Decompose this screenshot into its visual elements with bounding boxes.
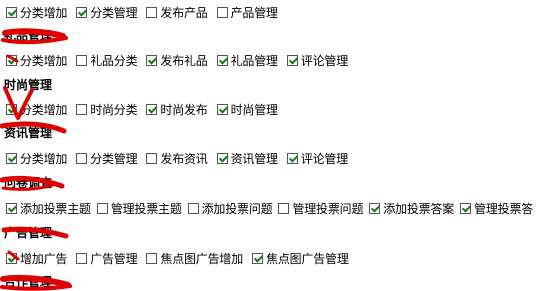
permission-row-0: 分类增加 分类管理 发布产品 产品管理 [6,3,287,21]
checkbox[interactable] [76,252,88,264]
section-title: 广告管理 [4,226,53,240]
checkbox-label: 添加投票问题 [201,201,273,216]
checkbox-label: 广告管理 [90,251,138,266]
checkbox-item[interactable]: 管理投票问题 [278,200,363,217]
checkbox-item[interactable]: 添加投票问题 [187,200,273,217]
checkbox-label: 添加投票答案 [383,201,455,216]
checkbox[interactable] [6,202,17,214]
checkbox-label: 礼品分类 [90,53,138,68]
checkbox-label: 分类管理 [90,5,138,20]
checkbox-item[interactable]: 焦点图广告管理 [252,250,349,267]
checkbox-label: 分类增加 [20,53,68,68]
checkbox[interactable] [6,152,17,164]
checkbox[interactable] [216,152,228,164]
checkbox-item[interactable]: 分类增加 [6,150,67,167]
checkbox-label: 礼品管理 [230,53,278,68]
checkbox-label: 管理投票问题 [292,201,364,216]
checkbox[interactable] [369,202,381,214]
checkbox[interactable] [460,202,472,214]
section-title: 时尚管理 [4,78,53,92]
checkbox[interactable] [146,54,158,66]
checkbox-item[interactable]: 焦点图广告增加 [146,250,243,267]
checkbox[interactable] [187,202,199,214]
checkbox-label: 分类增加 [20,151,68,166]
permission-row-1: 分类增加 礼品分类 发布礼品 礼品管理 评论管理 [6,51,357,69]
checkbox-label: 发布资讯 [160,151,208,166]
checkbox[interactable] [216,6,228,18]
section-title: 礼品管理 [4,29,53,43]
checkbox[interactable] [6,103,17,115]
checkbox[interactable] [146,6,158,18]
checkbox-label: 焦点图广告管理 [266,251,349,266]
checkbox-item[interactable]: 礼品管理 [216,52,278,69]
checkbox-item[interactable]: 评论管理 [286,52,349,69]
checkbox-item[interactable]: 发布资讯 [146,150,208,167]
checkbox-item[interactable]: 发布产品 [146,4,208,21]
checkbox[interactable] [76,103,88,115]
checkbox[interactable] [6,54,17,66]
checkbox-item[interactable]: 分类管理 [76,150,138,167]
checkbox[interactable] [76,6,88,18]
checkbox-item[interactable]: 添加投票主题 [6,200,91,217]
checkbox[interactable] [6,6,17,18]
checkbox-item[interactable]: 增加广告 [6,250,67,267]
checkbox-label: 评论管理 [300,53,349,68]
checkbox-label: 分类增加 [20,5,68,20]
checkbox-item[interactable]: 评论管理 [286,150,349,167]
checkbox[interactable] [216,54,228,66]
permission-row-4: 添加投票主题 管理投票主题 添加投票问题 管理投票问题 添加投票答案 管理投票答 [6,199,533,217]
checkbox-label: 分类管理 [90,151,138,166]
checkbox-item[interactable]: 分类增加 [6,52,67,69]
checkbox-label: 分类增加 [20,102,68,117]
checkbox-item[interactable]: 资讯管理 [216,150,278,167]
checkbox-item[interactable]: 分类增加 [6,101,67,118]
checkbox-item[interactable]: 发布礼品 [146,52,208,69]
checkbox-label: 焦点图广告增加 [160,251,244,266]
checkbox-label: 添加投票主题 [20,201,91,216]
checkbox-label: 时尚管理 [230,102,278,117]
checkbox-label: 管理投票答 [474,201,534,216]
checkbox-label: 时尚分类 [90,102,138,117]
section-title: 合作管理 [4,275,53,289]
checkbox-item[interactable]: 添加投票答案 [369,200,454,217]
checkbox-item[interactable]: 时尚分类 [76,101,138,118]
checkbox[interactable] [252,252,264,264]
checkbox[interactable] [286,54,298,66]
checkbox-label: 发布礼品 [160,53,208,68]
checkbox-label: 时尚发布 [160,102,208,117]
checkbox[interactable] [216,103,228,115]
permission-row-2: 分类增加 时尚分类 时尚发布 时尚管理 [6,100,287,118]
checkbox-item[interactable]: 礼品分类 [76,52,138,69]
section-title: 问卷调查 [4,176,53,190]
checkbox[interactable] [278,202,290,214]
checkbox-item[interactable]: 时尚发布 [146,101,208,118]
checkbox-item[interactable]: 时尚管理 [216,101,278,118]
checkbox[interactable] [96,202,108,214]
permission-row-5: 增加广告 广告管理 焦点图广告增加 焦点图广告管理 [6,249,358,267]
permission-row-3: 分类增加 分类管理 发布资讯 资讯管理 评论管理 [6,149,357,167]
checkbox-label: 发布产品 [160,5,208,20]
checkbox-label: 增加广告 [20,251,68,266]
checkbox[interactable] [146,103,158,115]
checkbox[interactable] [76,152,88,164]
checkbox[interactable] [146,252,158,264]
checkbox-label: 评论管理 [300,151,349,166]
checkbox-item[interactable]: 分类管理 [76,4,138,21]
checkbox-item[interactable]: 广告管理 [76,250,138,267]
checkbox-item[interactable]: 产品管理 [216,4,278,21]
checkbox[interactable] [76,54,88,66]
checkbox-label: 产品管理 [230,5,278,20]
section-title: 资讯管理 [4,126,53,140]
checkbox[interactable] [146,152,158,164]
checkbox[interactable] [6,252,17,264]
checkbox-label: 资讯管理 [230,151,278,166]
checkbox-label: 管理投票主题 [110,201,182,216]
checkbox-item[interactable]: 管理投票答 [460,200,533,217]
checkbox[interactable] [286,152,298,164]
redaction-scribbles [0,28,72,291]
checkbox-item[interactable]: 管理投票主题 [96,200,182,217]
checkbox-item[interactable]: 分类增加 [6,4,67,21]
